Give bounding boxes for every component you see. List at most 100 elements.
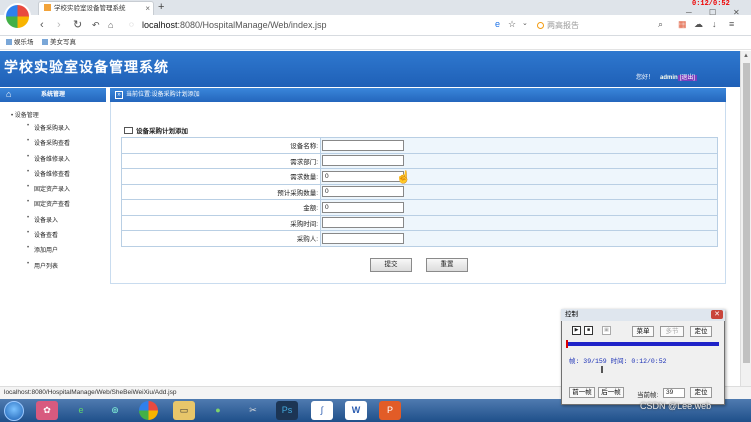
sidebar-header: 系统管理 (0, 88, 106, 102)
tool-icon[interactable]: ✂ (242, 401, 264, 420)
presentation-icon[interactable]: P (379, 401, 401, 420)
apps-taskbar-icon[interactable]: ⊚ (104, 401, 126, 420)
apps-icon[interactable]: ▦ (678, 19, 687, 30)
play-icon[interactable]: ▶ (572, 326, 581, 335)
record-icon[interactable]: ▣ (602, 326, 611, 335)
photoshop-icon[interactable]: Ps (276, 401, 298, 420)
new-tab-button[interactable]: + (158, 1, 164, 14)
search-placeholder: 两高报告 (547, 21, 579, 30)
security-icon[interactable]: ◌ (129, 18, 134, 32)
watermark: CSDN @Lee.web (640, 401, 712, 411)
progress-bar[interactable] (566, 340, 719, 348)
search-icon[interactable]: ⌕ (658, 19, 663, 30)
bookmark-star-icon[interactable]: ☆ (508, 19, 516, 30)
home-icon[interactable]: ⌂ (108, 18, 113, 32)
field-label: 需求数量: (121, 168, 321, 185)
sidebar-item-repair-add[interactable]: 设备维修录入 (27, 154, 70, 163)
url-host: localhost (142, 20, 178, 30)
submit-button[interactable]: 提交 (370, 258, 412, 272)
next-frame-button[interactable]: 后一帧 (598, 387, 624, 398)
control-close-button[interactable]: ✕ (711, 310, 723, 319)
field-label: 预计采购数量: (121, 183, 321, 200)
department-input[interactable] (322, 155, 404, 167)
house-icon: ⌂ (6, 89, 12, 99)
slider-handle[interactable] (601, 366, 603, 373)
hand-cursor-icon: ☝ (396, 170, 411, 184)
start-button[interactable] (4, 401, 24, 421)
chat-icon[interactable]: ● (207, 401, 229, 420)
form-title: 设备采购计划添加 (124, 125, 188, 135)
purchase-form: 设备名称: 需求部门: 需求数量: 0 预计采购数量: 0 金额: 0 采购时间: 采… (121, 137, 718, 247)
back-icon[interactable]: ‹ (40, 18, 44, 32)
field-label: 采购人: (121, 230, 321, 247)
sidebar-item-repair-view[interactable]: 设备维修查看 (27, 169, 70, 178)
vertical-scrollbar[interactable]: ▲ (740, 51, 751, 386)
multi-button[interactable]: 多节 (660, 326, 684, 337)
word-icon[interactable]: W (345, 401, 367, 420)
sidebar-item-user-list[interactable]: 用户列表 (27, 261, 58, 270)
sidebar-item-purchase-add[interactable]: 设备采购录入 (27, 123, 70, 132)
current-frame-input[interactable]: 39 (663, 388, 685, 398)
tab-close-icon[interactable]: × (145, 2, 150, 15)
logout-link[interactable]: [退出] (677, 75, 698, 81)
sidebar-item-asset-view[interactable]: 固定资产查看 (27, 199, 70, 208)
form-row: 采购时间: (121, 214, 718, 231)
bookmark-item[interactable]: 娱乐场 (6, 36, 34, 49)
browser-tab[interactable]: 学校实验室设备管理系统 × (38, 1, 154, 15)
sidebar-item-device-view[interactable]: 设备查看 (27, 230, 58, 239)
sidebar-item-device-add[interactable]: 设备录入 (27, 215, 58, 224)
welcome-text: 您好！ admin [退出] (636, 75, 698, 81)
purchase-time-input[interactable] (322, 217, 404, 229)
eclipse-icon[interactable]: ∫ (311, 401, 333, 420)
username: admin (660, 75, 678, 81)
ie-icon[interactable]: e (70, 401, 92, 420)
menu-button[interactable]: 菜单 (632, 326, 654, 337)
field-label: 需求部门: (121, 152, 321, 169)
reset-button[interactable]: 重置 (426, 258, 468, 272)
scroll-thumb (743, 63, 750, 363)
device-name-input[interactable] (322, 139, 404, 151)
sidebar-item-asset-add[interactable]: 固定资产录入 (27, 184, 70, 193)
undo-icon[interactable]: ↶ (92, 18, 100, 32)
reload-icon[interactable]: ↻ (73, 18, 82, 32)
amount-input[interactable]: 0 (322, 201, 404, 213)
prev-frame-button[interactable]: 前一帧 (569, 387, 595, 398)
current-frame-label: 当前帧: (637, 392, 659, 399)
stop-icon[interactable]: ■ (584, 326, 593, 335)
locate-frame-button[interactable]: 定位 (690, 387, 712, 398)
arrow-icon: » (115, 91, 123, 99)
sidebar-item-user-add[interactable]: 添加用户 (27, 245, 58, 254)
quantity-input[interactable]: 0 (322, 170, 404, 182)
purchaser-input[interactable] (322, 232, 404, 244)
menu-icon[interactable]: ≡ (729, 19, 734, 29)
control-panel-title: 控制 (561, 309, 725, 321)
ie-mode-icon[interactable]: e (495, 19, 500, 29)
app-icon-1[interactable]: ✿ (36, 401, 58, 420)
form-row: 设备名称: (121, 137, 718, 154)
favicon-icon (44, 4, 51, 11)
forward-icon[interactable]: › (57, 18, 61, 32)
search-input[interactable]: 两高报告 (533, 18, 663, 33)
planned-quantity-input[interactable]: 0 (322, 186, 404, 198)
frame-info: 帧: 39/159 时间: 0:12/0:52 (569, 358, 667, 365)
form-row: 需求数量: 0 (121, 168, 718, 185)
cloud-icon[interactable]: ☁ (694, 19, 703, 30)
url-field[interactable]: localhost:8080/HospitalManage/Web/index.… (142, 19, 326, 32)
locate-button[interactable]: 定位 (690, 326, 712, 337)
form-row: 采购人: (121, 230, 718, 247)
browser-logo-icon[interactable] (4, 3, 31, 30)
browser-taskbar-icon[interactable] (139, 401, 158, 420)
tab-title: 学校实验室设备管理系统 (54, 5, 126, 12)
app-title: 学校实验室设备管理系统 (4, 61, 169, 76)
form-row: 金额: 0 (121, 199, 718, 216)
field-label: 金额: (121, 199, 321, 216)
tree-root[interactable]: • 设备管理 (11, 110, 39, 119)
form-row: 需求部门: (121, 152, 718, 169)
dropdown-icon[interactable]: ⌄ (522, 19, 528, 27)
form-icon (124, 127, 133, 134)
field-label: 采购时间: (121, 214, 321, 231)
sidebar-item-purchase-view[interactable]: 设备采购查看 (27, 138, 70, 147)
folder-icon[interactable]: ▭ (173, 401, 195, 420)
download-icon[interactable]: ↓ (712, 19, 717, 29)
bookmark-item[interactable]: 美女写真 (42, 36, 76, 49)
